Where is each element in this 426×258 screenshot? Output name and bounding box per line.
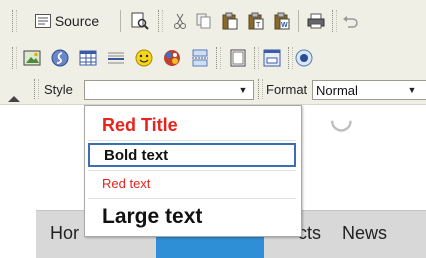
iframe-button[interactable] [226, 46, 250, 70]
toolbar-grip[interactable] [12, 10, 17, 32]
style-option-red-title[interactable]: Red Title [88, 111, 296, 139]
smiley-icon [135, 49, 153, 67]
smiley-button[interactable] [132, 46, 156, 70]
style-select[interactable]: ▼ [84, 80, 254, 100]
undo-button[interactable] [338, 9, 362, 33]
chevron-down-icon[interactable]: ▼ [235, 83, 251, 97]
format-value: Normal [316, 83, 358, 98]
paste-text-button[interactable]: T [244, 9, 268, 33]
preview-icon [131, 12, 149, 30]
source-icon [34, 14, 51, 28]
radio-button-tool[interactable] [292, 46, 316, 70]
background-logo-fragment: ◡ [330, 104, 353, 134]
svg-text:T: T [256, 22, 261, 29]
toolbar-grip[interactable] [12, 47, 17, 69]
radio-icon [295, 49, 313, 67]
collapse-toolbar-icon[interactable] [8, 96, 20, 102]
copy-button[interactable] [192, 9, 216, 33]
special-char-icon [163, 49, 181, 67]
format-select[interactable]: Normal ▼ [312, 80, 426, 100]
table-icon [79, 50, 97, 66]
format-label: Format [266, 82, 308, 97]
toolbar-grip[interactable] [254, 47, 259, 69]
toolbar-row-2 [0, 43, 426, 73]
divider [88, 170, 296, 171]
divider [88, 140, 296, 141]
preview-button[interactable] [128, 9, 152, 33]
undo-icon [342, 14, 358, 28]
toolbar-grip[interactable] [258, 79, 263, 99]
iframe-icon [230, 49, 246, 67]
svg-text:W: W [281, 22, 288, 29]
source-button[interactable]: Source [20, 9, 114, 33]
editor-toolbar: Source T W Style ▼ Format Normal ▼ [0, 0, 426, 105]
nav-item-news[interactable]: News [342, 223, 387, 244]
toolbar-grip[interactable] [332, 10, 337, 32]
source-label: Source [54, 13, 100, 29]
paste-word-icon: W [273, 12, 291, 30]
copy-icon [196, 13, 212, 29]
flash-button[interactable] [48, 46, 72, 70]
print-icon [307, 13, 325, 29]
page-break-icon [191, 49, 209, 67]
style-option-red-text[interactable]: Red text [88, 173, 296, 195]
divider [88, 198, 296, 199]
image-button[interactable] [20, 46, 44, 70]
paste-text-icon: T [247, 12, 265, 30]
page-break-button[interactable] [188, 46, 212, 70]
cut-button[interactable] [168, 9, 192, 33]
toolbar-grip[interactable] [216, 47, 221, 69]
image-icon [23, 50, 41, 66]
nav-item-home[interactable]: Hor [50, 223, 79, 244]
separator [298, 10, 299, 32]
paste-button[interactable] [218, 9, 242, 33]
horizontal-rule-button[interactable] [104, 46, 128, 70]
paste-icon [221, 12, 239, 30]
form-button[interactable] [260, 46, 284, 70]
toolbar-row-1: Source T W [0, 6, 426, 36]
style-option-bold-text[interactable]: Bold text [88, 143, 296, 167]
toolbar-grip[interactable] [158, 10, 163, 32]
cut-icon [173, 12, 187, 30]
separator [120, 10, 121, 32]
table-button[interactable] [76, 46, 100, 70]
style-label: Style [44, 82, 73, 97]
form-icon [263, 49, 281, 67]
style-option-large-text[interactable]: Large text [88, 202, 296, 232]
toolbar-row-3: Style ▼ Format Normal ▼ [0, 78, 426, 102]
special-char-button[interactable] [160, 46, 184, 70]
toolbar-grip[interactable] [34, 79, 39, 99]
style-dropdown-panel: Red Title Bold text Red text Large text [84, 105, 302, 237]
print-button[interactable] [304, 9, 328, 33]
horizontal-rule-icon [107, 50, 125, 66]
chevron-down-icon[interactable]: ▼ [404, 83, 420, 97]
flash-icon [51, 49, 69, 67]
paste-word-button[interactable]: W [270, 9, 294, 33]
